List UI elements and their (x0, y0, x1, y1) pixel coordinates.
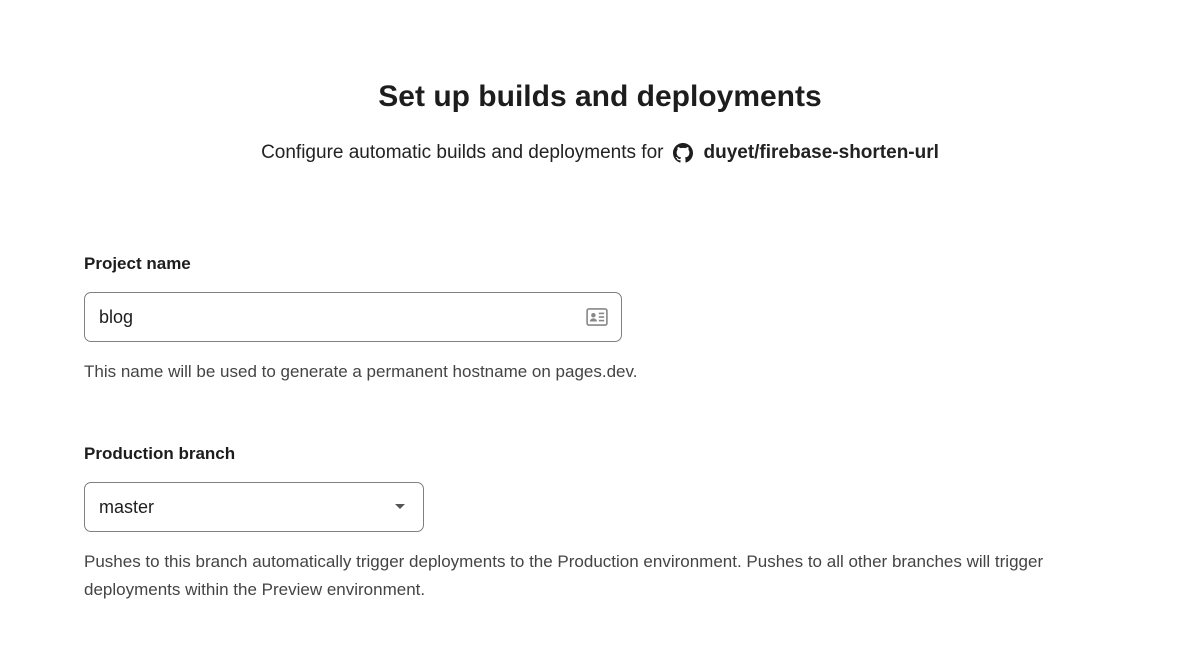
page-container: Set up builds and deployments Configure … (0, 0, 1200, 604)
page-subtitle: Configure automatic builds and deploymen… (0, 142, 1200, 164)
github-icon (673, 143, 693, 163)
page-title: Set up builds and deployments (0, 80, 1200, 114)
page-header: Set up builds and deployments Configure … (0, 80, 1200, 164)
production-branch-select[interactable]: master (84, 482, 424, 532)
production-branch-group: Production branch master Pushes to this … (84, 444, 1116, 604)
project-name-help: This name will be used to generate a per… (84, 358, 1116, 386)
project-name-label: Project name (84, 254, 1116, 274)
project-name-input[interactable] (84, 292, 622, 342)
production-branch-help: Pushes to this branch automatically trig… (84, 548, 1116, 604)
form-section: Project name This name will be used to g… (0, 254, 1200, 604)
project-name-input-wrapper (84, 292, 622, 342)
subtitle-prefix: Configure automatic builds and deploymen… (261, 142, 663, 164)
production-branch-select-wrapper: master (84, 482, 424, 532)
project-name-group: Project name This name will be used to g… (84, 254, 1116, 386)
repo-name: duyet/firebase-shorten-url (703, 142, 938, 164)
production-branch-label: Production branch (84, 444, 1116, 464)
contact-card-icon (586, 308, 608, 326)
